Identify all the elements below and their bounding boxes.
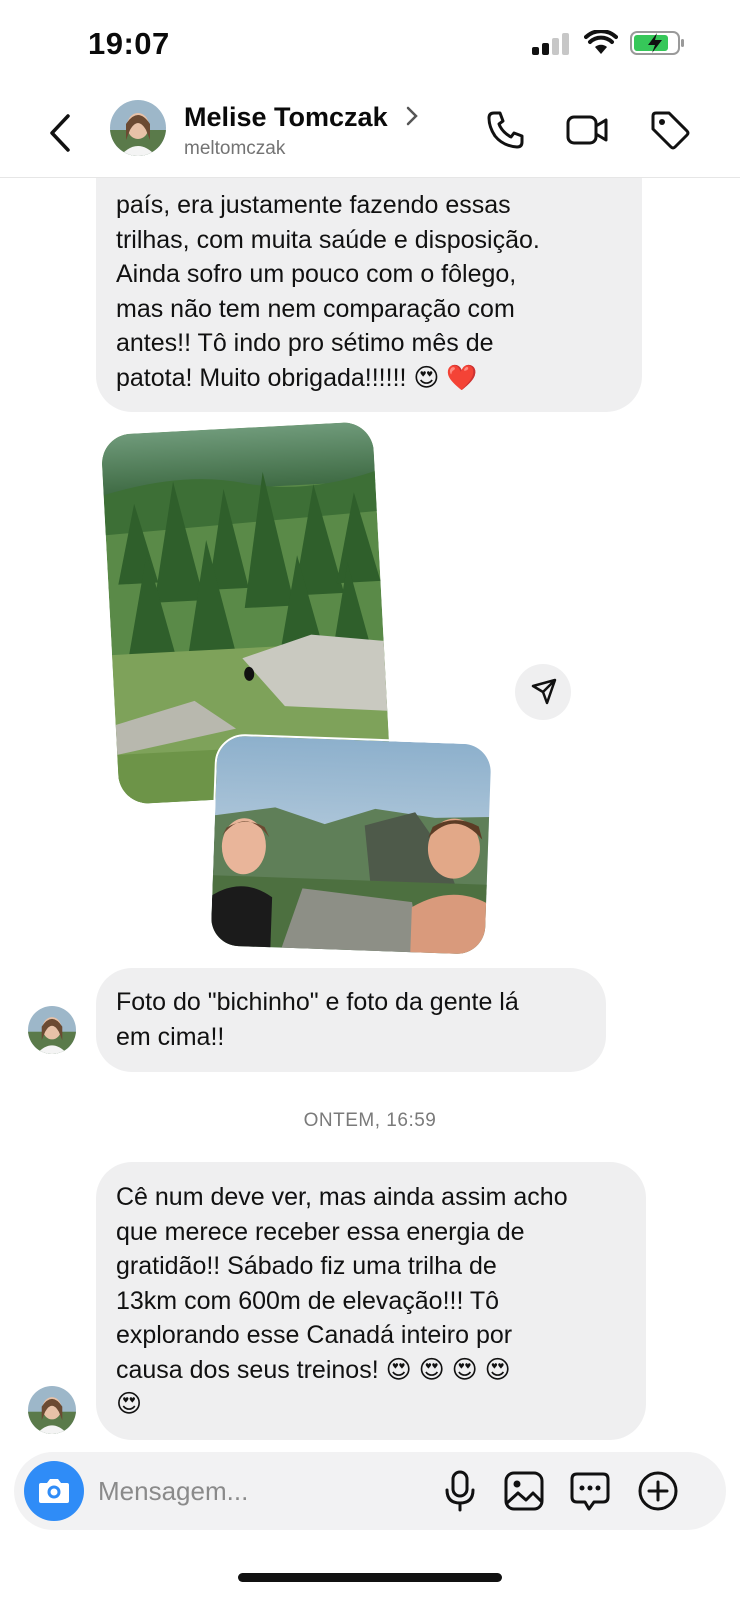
message-text: Foto do "bichinho" e foto da gente lá em…: [116, 988, 519, 1051]
send-icon: [531, 678, 557, 705]
share-button[interactable]: [515, 664, 571, 720]
contact-username: meltomczak: [184, 138, 286, 159]
message-bubble[interactable]: Cê num deve ver, mas ainda assim acho qu…: [96, 1162, 646, 1440]
home-indicator: [238, 1573, 502, 1582]
sticker-chat-icon[interactable]: [568, 1469, 612, 1513]
camera-icon: [39, 1479, 69, 1503]
camera-button[interactable]: [24, 1461, 84, 1521]
sender-avatar[interactable]: [28, 1386, 76, 1434]
contact-name[interactable]: Melise Tomczak: [184, 102, 388, 133]
message-text: país, era justamente fazendo essas trilh…: [116, 191, 540, 392]
message-composer: [14, 1452, 726, 1530]
gallery-icon[interactable]: [502, 1469, 546, 1513]
battery-charging-icon: [630, 31, 684, 55]
status-time: 19:07: [88, 26, 170, 61]
video-camera-icon[interactable]: [565, 108, 609, 152]
message-text: Cê num deve ver, mas ainda assim acho qu…: [116, 1183, 568, 1418]
microphone-icon[interactable]: [438, 1469, 482, 1513]
back-chevron-icon[interactable]: [44, 110, 80, 156]
chevron-right-icon[interactable]: [404, 104, 420, 128]
message-input[interactable]: [98, 1472, 418, 1510]
wifi-icon: [584, 30, 618, 54]
chat-header: Melise Tomczak meltomczak: [0, 92, 740, 178]
contact-avatar[interactable]: [110, 100, 166, 156]
tag-icon[interactable]: [648, 108, 692, 152]
selfie-photo[interactable]: [208, 733, 494, 957]
status-bar: 19:07: [0, 0, 740, 90]
sender-avatar[interactable]: [28, 1006, 76, 1054]
cellular-signal-icon: [532, 33, 574, 55]
phone-icon[interactable]: [484, 108, 528, 152]
message-bubble[interactable]: país, era justamente fazendo essas trilh…: [96, 150, 642, 412]
add-icon[interactable]: [636, 1469, 680, 1513]
message-bubble[interactable]: Foto do "bichinho" e foto da gente lá em…: [96, 968, 606, 1072]
timestamp-divider: ONTEM, 16:59: [303, 1110, 437, 1131]
